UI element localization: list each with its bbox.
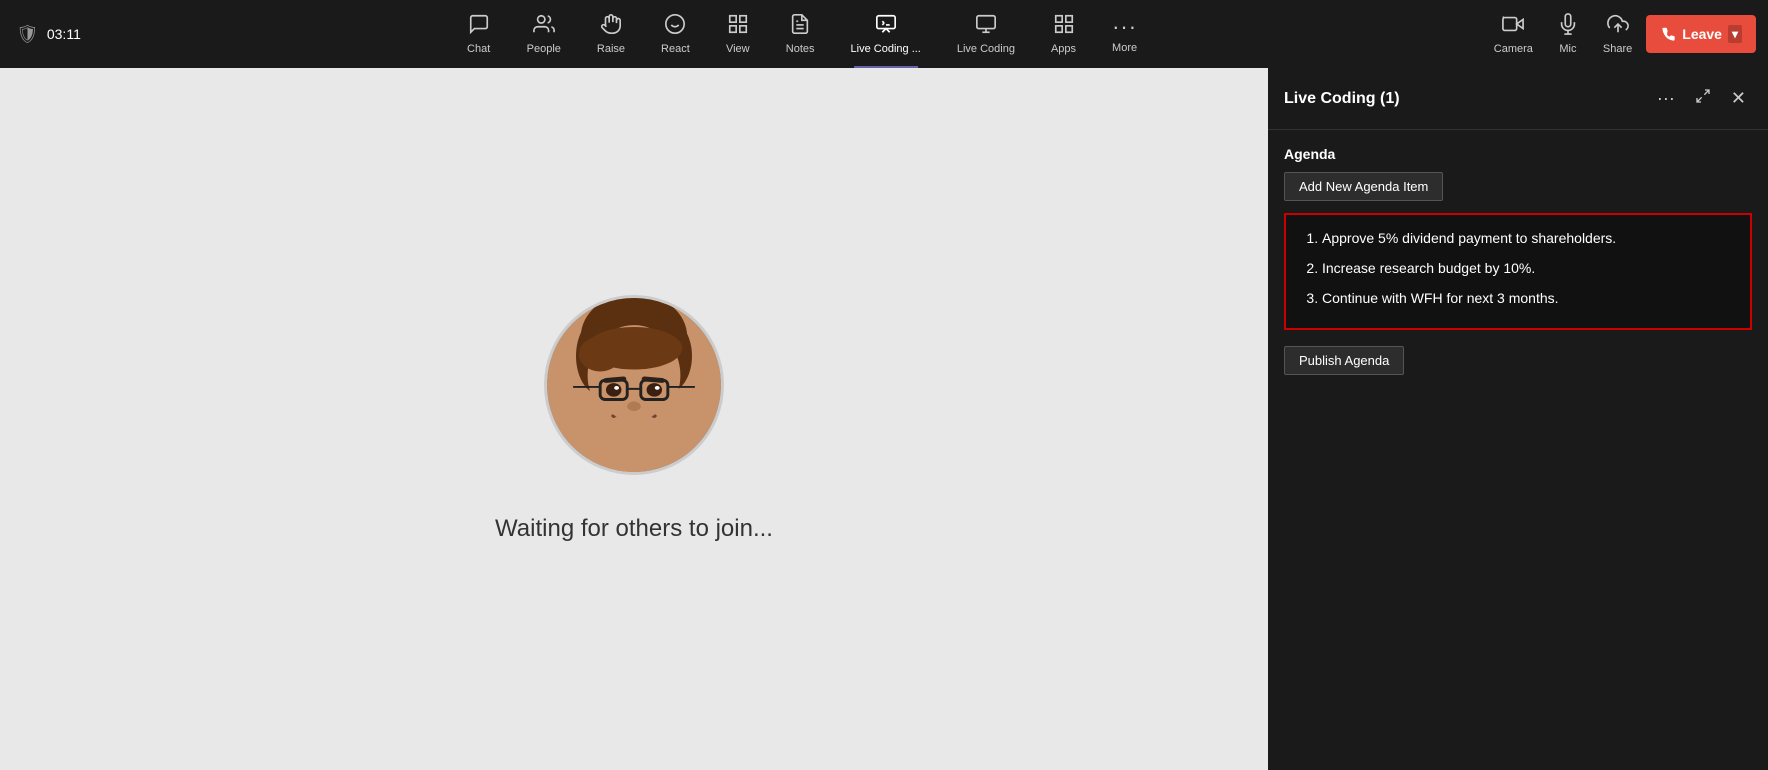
- raise-icon: [600, 13, 622, 41]
- nav-live-coding[interactable]: Live Coding: [939, 0, 1033, 68]
- nav-notes[interactable]: Notes: [768, 0, 833, 68]
- panel-actions: ··· ✕: [1651, 84, 1752, 113]
- list-item: Continue with WFH for next 3 months.: [1322, 287, 1734, 311]
- more-icon: ···: [1112, 14, 1137, 40]
- react-label: React: [661, 43, 690, 55]
- react-icon: [664, 13, 686, 41]
- nav-people[interactable]: People: [509, 0, 579, 68]
- share-icon: [1607, 13, 1629, 41]
- view-icon: [727, 13, 749, 41]
- nav-live-coding-active[interactable]: Live Coding ...: [833, 0, 939, 68]
- nav-react[interactable]: React: [643, 0, 708, 68]
- agenda-items-box: Approve 5% dividend payment to sharehold…: [1284, 213, 1752, 330]
- notes-label: Notes: [786, 43, 815, 55]
- mic-label: Mic: [1559, 43, 1576, 55]
- nav-view[interactable]: View: [708, 0, 768, 68]
- nav-raise[interactable]: Raise: [579, 0, 643, 68]
- user-avatar: [544, 295, 724, 475]
- mic-icon: [1557, 13, 1579, 41]
- topbar-center: Chat People: [120, 0, 1484, 68]
- panel-title: Live Coding (1): [1284, 90, 1400, 108]
- panel-more-button[interactable]: ···: [1651, 84, 1681, 113]
- camera-icon: [1502, 13, 1524, 41]
- agenda-label: Agenda: [1284, 146, 1752, 162]
- people-icon: [533, 13, 555, 41]
- waiting-text: Waiting for others to join...: [495, 515, 773, 543]
- nav-apps[interactable]: Apps: [1033, 0, 1094, 68]
- view-label: View: [726, 43, 750, 55]
- panel-body: Agenda Add New Agenda Item Approve 5% di…: [1268, 130, 1768, 770]
- leave-arrow-icon[interactable]: ▾: [1728, 25, 1742, 43]
- leave-button[interactable]: Leave ▾: [1646, 15, 1756, 53]
- live-coding-active-label: Live Coding ...: [851, 43, 921, 55]
- list-item: Increase research budget by 10%.: [1322, 257, 1734, 281]
- nav-more[interactable]: ··· More: [1094, 0, 1155, 68]
- panel-close-button[interactable]: ✕: [1725, 84, 1752, 113]
- add-agenda-button[interactable]: Add New Agenda Item: [1284, 172, 1443, 201]
- avatar-face-svg: [547, 298, 721, 472]
- chat-label: Chat: [467, 43, 490, 55]
- timer: 03:11: [47, 26, 81, 42]
- live-coding-icon: [975, 13, 997, 41]
- topbar-left: 🛡 03:11: [0, 24, 120, 45]
- nav-chat[interactable]: Chat: [449, 0, 509, 68]
- leave-phone-icon: [1660, 26, 1676, 42]
- topbar: 🛡 03:11 Chat People: [0, 0, 1768, 68]
- popout-icon: [1695, 88, 1711, 104]
- leave-label: Leave: [1682, 26, 1722, 42]
- list-item: Approve 5% dividend payment to sharehold…: [1322, 227, 1734, 251]
- share-button[interactable]: Share: [1593, 0, 1642, 68]
- topbar-right: Camera Mic Share: [1484, 0, 1768, 68]
- panel-header: Live Coding (1) ··· ✕: [1268, 68, 1768, 130]
- apps-label: Apps: [1051, 43, 1076, 55]
- apps-icon: [1053, 13, 1075, 41]
- people-label: People: [527, 43, 561, 55]
- publish-agenda-button[interactable]: Publish Agenda: [1284, 346, 1404, 375]
- chat-icon: [468, 13, 490, 41]
- agenda-list: Approve 5% dividend payment to sharehold…: [1302, 227, 1734, 310]
- shield-icon: 🛡: [16, 24, 39, 45]
- notes-icon: [789, 13, 811, 41]
- live-coding-label: Live Coding: [957, 43, 1015, 55]
- camera-label: Camera: [1494, 43, 1533, 55]
- share-label: Share: [1603, 43, 1632, 55]
- camera-button[interactable]: Camera: [1484, 0, 1543, 68]
- main-video-area: Waiting for others to join...: [0, 68, 1268, 770]
- mic-button[interactable]: Mic: [1547, 0, 1589, 68]
- raise-label: Raise: [597, 43, 625, 55]
- live-coding-active-icon: [875, 13, 897, 41]
- panel-popout-button[interactable]: [1689, 84, 1717, 113]
- live-coding-panel: Live Coding (1) ··· ✕ Agenda Add New Age…: [1268, 68, 1768, 770]
- more-label: More: [1112, 42, 1137, 54]
